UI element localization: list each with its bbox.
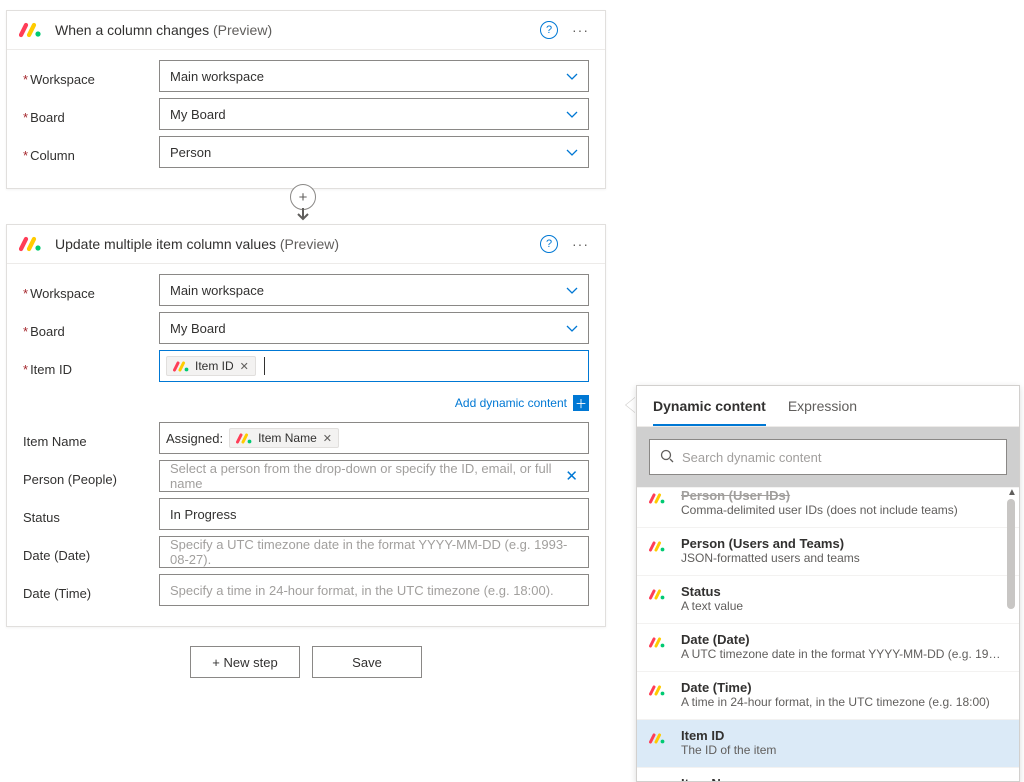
item-title: Date (Date) [681,632,1007,647]
chevron-down-icon [566,145,578,160]
trigger-card: When a column changes (Preview) ? ··· Wo… [6,10,606,189]
person-label: Person (People) [23,466,159,487]
more-icon[interactable]: ··· [568,22,593,38]
scroll-up-icon[interactable]: ▲ [1007,487,1017,498]
add-step-connector: + [290,184,316,226]
chevron-down-icon [566,321,578,336]
item-id-token[interactable]: Item ID ✕ [166,356,256,376]
token-remove-icon[interactable]: ✕ [240,360,249,373]
chevron-down-icon [566,283,578,298]
list-item[interactable]: Date (Date)A UTC timezone date in the fo… [637,623,1019,671]
scrollbar[interactable]: ▲ [1007,487,1017,781]
tab-expression[interactable]: Expression [788,398,857,426]
flyout-tabs: Dynamic content Expression [637,386,1019,427]
action-card: Update multiple item column values (Prev… [6,224,606,627]
monday-icon [649,488,671,509]
list-item[interactable]: StatusA text value [637,575,1019,623]
monday-icon [649,536,671,557]
trigger-header[interactable]: When a column changes (Preview) ? ··· [7,11,605,50]
list-item[interactable]: Item NameThe name of the item [637,767,1019,781]
dynamic-content-panel: Dynamic content Expression Search dynami… [636,385,1020,782]
token-remove-icon[interactable]: ✕ [323,432,332,445]
board-select[interactable]: My Board [159,98,589,130]
column-select[interactable]: Person [159,136,589,168]
item-name-label: Item Name [23,428,159,449]
search-icon [660,449,674,466]
monday-icon [19,233,45,255]
list-item[interactable]: Person (User IDs)Comma-delimited user ID… [637,487,1019,527]
item-description: The ID of the item [681,743,1007,757]
text-cursor [264,357,265,375]
item-name-prefix-text: Assigned: [166,431,223,446]
list-item[interactable]: Person (Users and Teams)JSON-formatted u… [637,527,1019,575]
chevron-down-icon [566,107,578,122]
item-description: A UTC timezone date in the format YYYY-M… [681,647,1007,661]
status-input[interactable]: In Progress [159,498,589,530]
item-title: Item ID [681,728,1007,743]
footer-buttons: + New step Save [190,646,422,678]
workspace-label: Workspace [23,66,159,87]
new-step-button[interactable]: + New step [190,646,300,678]
help-icon[interactable]: ? [540,235,558,253]
save-button[interactable]: Save [312,646,422,678]
search-placeholder: Search dynamic content [682,450,821,465]
workspace-select[interactable]: Main workspace [159,274,589,306]
action-title: Update multiple item column values (Prev… [55,236,339,252]
board-select[interactable]: My Board [159,312,589,344]
item-name-input[interactable]: Assigned: Item Name ✕ [159,422,589,454]
monday-icon [649,776,671,781]
item-description: Comma-delimited user IDs (does not inclu… [681,503,1007,517]
monday-icon [649,584,671,605]
monday-icon [649,632,671,653]
item-name-token[interactable]: Item Name ✕ [229,428,339,448]
date-time-input[interactable]: Specify a time in 24-hour format, in the… [159,574,589,606]
item-id-input[interactable]: Item ID ✕ [159,350,589,382]
more-icon[interactable]: ··· [568,236,593,252]
item-title: Date (Time) [681,680,1007,695]
person-input[interactable]: Select a person from the drop-down or sp… [159,460,589,492]
tab-dynamic-content[interactable]: Dynamic content [653,398,766,426]
flyout-caret [626,397,636,413]
chevron-down-icon [566,69,578,84]
item-id-label: Item ID [23,356,159,377]
board-label: Board [23,104,159,125]
item-title: Status [681,584,1007,599]
board-label: Board [23,318,159,339]
search-input[interactable]: Search dynamic content [649,439,1007,475]
add-dynamic-content-link[interactable]: Add dynamic content [455,396,567,410]
item-description: A time in 24-hour format, in the UTC tim… [681,695,1007,709]
list-item[interactable]: Item IDThe ID of the item [637,719,1019,767]
date-time-label: Date (Time) [23,580,159,601]
scrollbar-thumb[interactable] [1007,499,1015,609]
item-description: JSON-formatted users and teams [681,551,1007,565]
dynamic-content-plus-icon[interactable]: ＋ [573,395,589,411]
workspace-label: Workspace [23,280,159,301]
monday-icon [649,680,671,701]
trigger-title: When a column changes (Preview) [55,22,272,38]
status-label: Status [23,504,159,525]
item-title: Item Name [681,776,1007,781]
date-date-label: Date (Date) [23,542,159,563]
clear-icon[interactable]: ✕ [565,467,578,485]
workspace-select[interactable]: Main workspace [159,60,589,92]
list-item[interactable]: Date (Time)A time in 24-hour format, in … [637,671,1019,719]
item-title: Person (User IDs) [681,488,1007,503]
help-icon[interactable]: ? [540,21,558,39]
date-date-input[interactable]: Specify a UTC timezone date in the forma… [159,536,589,568]
monday-icon [19,19,45,41]
action-header[interactable]: Update multiple item column values (Prev… [7,225,605,264]
column-label: Column [23,142,159,163]
monday-icon [649,728,671,749]
dynamic-content-list[interactable]: Person (User IDs)Comma-delimited user ID… [637,487,1019,781]
item-description: A text value [681,599,1007,613]
add-step-button[interactable]: + [290,184,316,210]
item-title: Person (Users and Teams) [681,536,1007,551]
